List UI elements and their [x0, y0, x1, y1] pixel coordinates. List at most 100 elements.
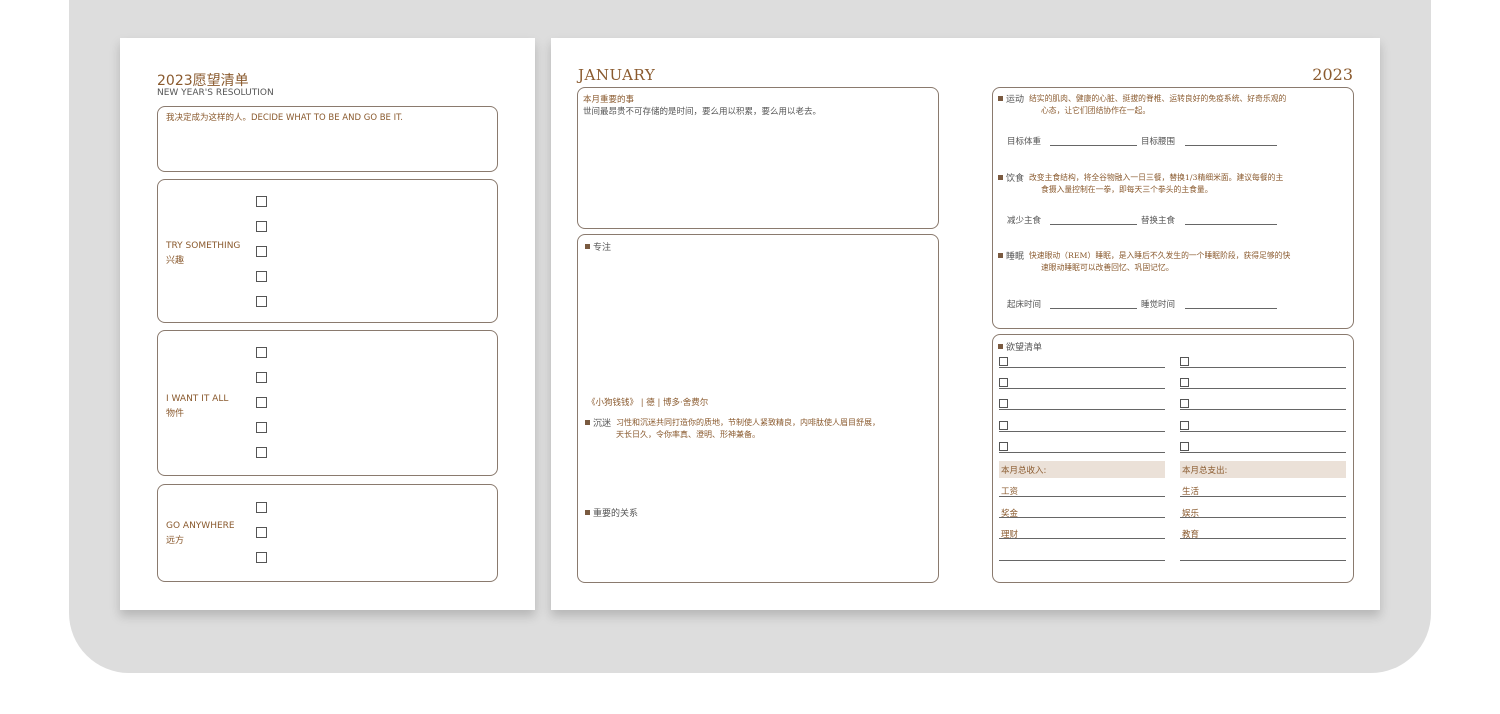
- checkbox[interactable]: [256, 372, 267, 383]
- bullet-square-icon: [585, 510, 590, 515]
- wish-line[interactable]: [999, 431, 1165, 432]
- diet-text-1: 改变主食结构，将全谷物融入一日三餐，替换1/3精细米面。建议每餐的主: [1029, 173, 1284, 182]
- wish-line[interactable]: [1180, 409, 1346, 410]
- income-line[interactable]: [999, 517, 1165, 518]
- sleep-label-text: 睡眠: [1006, 252, 1025, 262]
- sleep-text-2: 速眼动睡眠可以改善回忆、巩固记忆。: [1041, 263, 1174, 272]
- sleep-time-input[interactable]: [1185, 308, 1277, 309]
- bullet-square-icon: [998, 96, 1003, 101]
- reduce-staple-label: 减少主食: [1007, 216, 1042, 226]
- checkbox[interactable]: [256, 196, 267, 207]
- exercise-label-text: 运动: [1006, 95, 1025, 105]
- focus-title: 专注: [585, 240, 611, 253]
- wake-time-label: 起床时间: [1007, 300, 1042, 310]
- wish-line[interactable]: [999, 388, 1165, 389]
- bullet-square-icon: [998, 253, 1003, 258]
- left-page: 2023愿望清单 NEW YEAR'S RESOLUTION 我决定成为这样的人…: [120, 38, 535, 610]
- month-title: JANUARY: [578, 66, 656, 84]
- target-weight-label: 目标体重: [1007, 137, 1042, 147]
- wishlist-subtitle: NEW YEAR'S RESOLUTION: [157, 88, 274, 98]
- checkbox[interactable]: [256, 552, 267, 563]
- wishlist-box-title-text: 欲望清单: [1006, 343, 1043, 353]
- expense-line[interactable]: [1180, 538, 1346, 539]
- wish-line[interactable]: [1180, 452, 1346, 453]
- checkbox[interactable]: [256, 527, 267, 538]
- important-box[interactable]: 本月重要的事 世间最昂贵不可存储的是时间，要么用以积累，要么用以老去。: [577, 87, 939, 229]
- checkbox[interactable]: [1180, 399, 1189, 408]
- section-go-anywhere: GO ANYWHERE 远方: [157, 484, 498, 582]
- checkbox[interactable]: [999, 357, 1008, 366]
- wish-line[interactable]: [999, 367, 1165, 368]
- income-line[interactable]: [999, 560, 1165, 561]
- target-weight-input[interactable]: [1050, 145, 1137, 146]
- wish-line[interactable]: [999, 452, 1165, 453]
- sleep-text-1: 快速眼动（REM）睡眠，是入睡后不久发生的一个睡眠阶段，获得足够的快: [1029, 251, 1291, 260]
- right-page: JANUARY 2023 本月重要的事 世间最昂贵不可存储的是时间，要么用以积累…: [551, 38, 1380, 610]
- checkbox[interactable]: [1180, 357, 1189, 366]
- resolution-text: 我决定成为这样的人。DECIDE WHAT TO BE AND GO BE IT…: [166, 113, 404, 123]
- important-text: 世间最昂贵不可存储的是时间，要么用以积累，要么用以老去。: [583, 107, 822, 117]
- section-label-en: GO ANYWHERE: [166, 521, 235, 531]
- wish-line[interactable]: [1180, 431, 1346, 432]
- wish-line[interactable]: [1180, 388, 1346, 389]
- replace-staple-label: 替换主食: [1141, 216, 1176, 226]
- relations-title: 重要的关系: [585, 506, 638, 519]
- bullet-square-icon: [585, 244, 590, 249]
- focus-box[interactable]: 专注 《小狗钱钱》 | 德 | 博多·舍费尔 沉迷 习性和沉迷共同打造你的质地，…: [577, 234, 939, 583]
- checkbox[interactable]: [256, 271, 267, 282]
- checkbox[interactable]: [999, 421, 1008, 430]
- immersion-text-2: 天长日久，令你率真、澄明、形神兼备。: [616, 430, 760, 439]
- exercise-text-1: 结实的肌肉、健康的心脏、挺拔的脊椎、运转良好的免疫系统、好奇乐观的: [1029, 94, 1287, 103]
- checkbox[interactable]: [1180, 378, 1189, 387]
- bullet-square-icon: [585, 420, 590, 425]
- checkbox[interactable]: [999, 442, 1008, 451]
- important-title: 本月重要的事: [583, 95, 635, 105]
- quote-source: 《小狗钱钱》 | 德 | 博多·舍费尔: [587, 398, 709, 408]
- expense-line[interactable]: [1180, 517, 1346, 518]
- wish-line[interactable]: [999, 409, 1165, 410]
- checkbox[interactable]: [999, 399, 1008, 408]
- checkbox[interactable]: [256, 422, 267, 433]
- target-waist-label: 目标腰围: [1141, 137, 1176, 147]
- section-try-something: TRY SOMETHING 兴趣: [157, 179, 498, 323]
- target-waist-input[interactable]: [1185, 145, 1277, 146]
- checkbox[interactable]: [256, 447, 267, 458]
- immersion-text-1: 习性和沉迷共同打造你的质地，节制使人紧致精良，内啡肽使人眉目舒展，: [616, 418, 880, 427]
- diet-label: 饮食: [998, 171, 1024, 184]
- relations-title-text: 重要的关系: [593, 509, 639, 519]
- checkbox[interactable]: [256, 221, 267, 232]
- replace-staple-input[interactable]: [1185, 224, 1277, 225]
- checkbox[interactable]: [1180, 421, 1189, 430]
- expense-header: 本月总支出:: [1180, 461, 1346, 478]
- expense-title: 本月总支出:: [1182, 466, 1228, 476]
- wishlist-box-title: 欲望清单: [998, 340, 1042, 353]
- checkbox[interactable]: [256, 347, 267, 358]
- checkbox[interactable]: [256, 246, 267, 257]
- diet-text-2: 食摄入量控制在一拳，即每天三个拳头的主食量。: [1041, 185, 1213, 194]
- bullet-square-icon: [998, 175, 1003, 180]
- checkbox[interactable]: [1180, 442, 1189, 451]
- checkbox[interactable]: [256, 502, 267, 513]
- immersion-label: 沉迷: [585, 416, 611, 429]
- reduce-staple-input[interactable]: [1050, 224, 1137, 225]
- expense-line[interactable]: [1180, 560, 1346, 561]
- checkbox[interactable]: [256, 397, 267, 408]
- section-i-want-it-all: I WANT IT ALL 物件: [157, 330, 498, 476]
- income-line[interactable]: [999, 496, 1165, 497]
- section-label-cn: 物件: [166, 409, 185, 419]
- wishlist-title: 2023愿望清单: [157, 73, 249, 89]
- resolution-box[interactable]: 我决定成为这样的人。DECIDE WHAT TO BE AND GO BE IT…: [157, 106, 498, 172]
- exercise-label: 运动: [998, 92, 1024, 105]
- sleep-label: 睡眠: [998, 249, 1024, 262]
- health-box: 运动 结实的肌肉、健康的心脏、挺拔的脊椎、运转良好的免疫系统、好奇乐观的 心态，…: [992, 87, 1354, 329]
- immersion-label-text: 沉迷: [593, 419, 612, 429]
- income-header: 本月总收入:: [999, 461, 1165, 478]
- expense-line[interactable]: [1180, 496, 1346, 497]
- checkbox[interactable]: [999, 378, 1008, 387]
- checkbox[interactable]: [256, 296, 267, 307]
- income-title: 本月总收入:: [1001, 466, 1047, 476]
- income-line[interactable]: [999, 538, 1165, 539]
- wish-line[interactable]: [1180, 367, 1346, 368]
- wake-time-input[interactable]: [1050, 308, 1137, 309]
- diet-label-text: 饮食: [1006, 174, 1025, 184]
